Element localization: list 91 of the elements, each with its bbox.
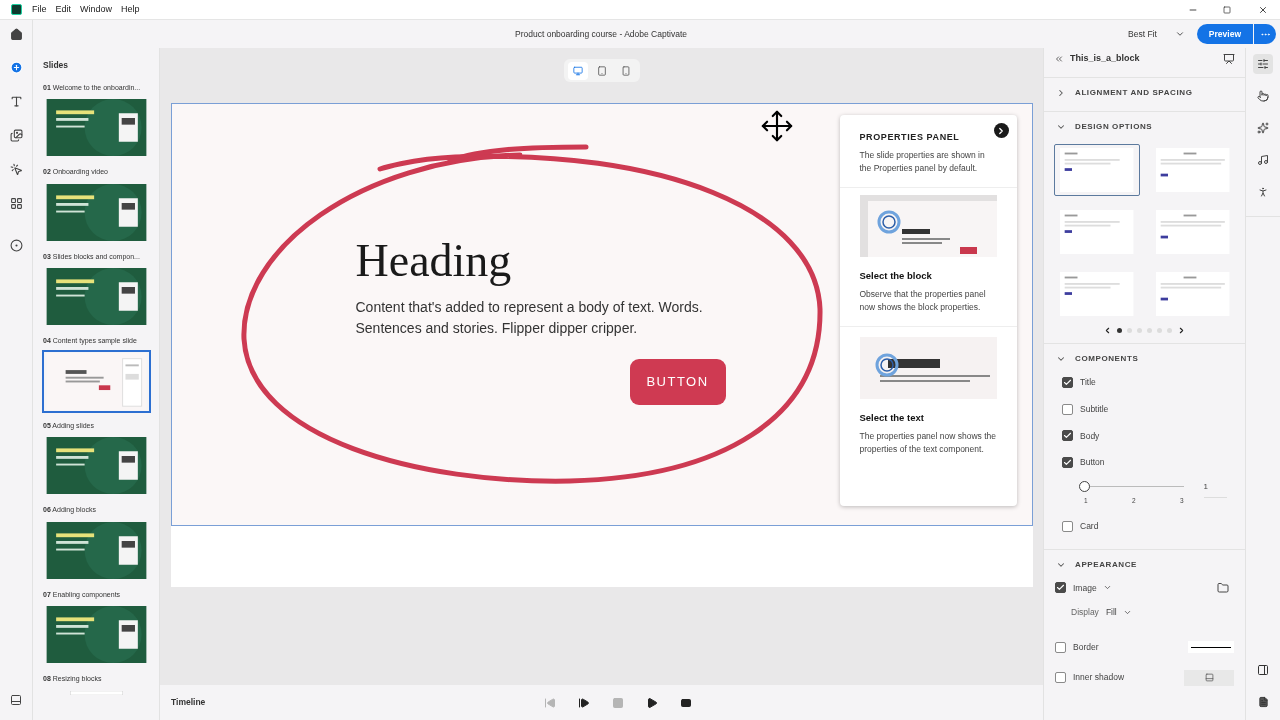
checkbox[interactable] [1062, 520, 1073, 532]
chevron-down-icon [1174, 29, 1185, 39]
menu-item[interactable]: Edit [55, 2, 72, 17]
move-cursor-icon [759, 109, 794, 143]
block-name: This_is_a_block [1070, 52, 1140, 66]
media-icon [9, 128, 23, 142]
step-text: The properties panel now shows the properties of the text component. [859, 430, 997, 456]
chevron-right-icon [996, 125, 1006, 136]
phone-icon [620, 65, 631, 76]
display-dropdown[interactable]: Fill [1105, 606, 1132, 619]
pointer-icon [1257, 90, 1269, 102]
playback-button[interactable] [578, 696, 590, 709]
text-icon [9, 94, 23, 108]
interaction-icon [9, 162, 23, 176]
checkbox-label: Button [1080, 456, 1105, 469]
person-icon [1257, 186, 1269, 198]
preview-button[interactable]: Preview [1196, 24, 1253, 44]
close-icon [1258, 4, 1268, 15]
maximize-icon [1223, 5, 1231, 14]
panel-tab[interactable] [1253, 54, 1273, 74]
checkbox[interactable] [1062, 403, 1073, 415]
check-icon [1063, 377, 1072, 387]
step-title: Select the text [859, 410, 925, 425]
checkbox[interactable] [1055, 672, 1066, 684]
chevron-right-icon [1056, 88, 1066, 98]
play-icon [646, 696, 658, 709]
checkbox[interactable] [1062, 457, 1073, 469]
chevron-left-icon[interactable] [1103, 326, 1112, 335]
menu-item[interactable]: Window [80, 2, 113, 17]
panel-icon [10, 694, 22, 706]
checkbox[interactable] [1062, 430, 1073, 442]
check-icon [1063, 431, 1072, 441]
music-icon [1257, 154, 1269, 166]
next-button[interactable] [993, 123, 1009, 138]
chevron-right-icon[interactable] [1177, 326, 1186, 335]
check-icon [1063, 458, 1072, 468]
checkbox-label: Inner shadow [1073, 671, 1125, 685]
check-icon [1056, 583, 1065, 593]
slide-block[interactable] [170, 103, 1033, 526]
section-header[interactable]: APPEARANCE [1044, 549, 1245, 580]
playback-button[interactable] [646, 696, 658, 709]
slide-heading: Heading [355, 237, 513, 285]
slider-value-field[interactable]: 1 [1203, 481, 1227, 498]
window-icon [1203, 673, 1215, 683]
panel-toggle-button[interactable] [10, 694, 22, 706]
sparkles-icon [1257, 122, 1269, 134]
tablet-icon [596, 65, 607, 76]
section-header[interactable]: ALIGNMENT AND SPACING [1044, 78, 1245, 108]
menu-item[interactable]: File [32, 2, 47, 17]
presentation-icon[interactable] [1223, 53, 1235, 65]
panel-right-icon[interactable] [1257, 664, 1269, 676]
display-label: Display [1071, 606, 1099, 619]
desktop-icon [572, 65, 583, 76]
slide-button[interactable]: BUTTON [629, 359, 726, 405]
add-icon [9, 60, 23, 74]
checkbox-label: Subtitle [1080, 402, 1109, 416]
more-button[interactable] [1254, 24, 1276, 44]
panel-title: Slides [43, 59, 70, 72]
menu-item[interactable]: Help [121, 2, 140, 17]
timeline-label: Timeline [171, 696, 206, 709]
previous-icon [544, 696, 556, 709]
step-text: Observe that the properties panel now shows the block properties. [859, 287, 987, 314]
record-icon [9, 238, 23, 252]
card-title: PROPERTIES PANEL [859, 131, 961, 144]
section-header[interactable]: DESIGN OPTIONS [1044, 112, 1245, 142]
checkbox[interactable] [1062, 376, 1073, 388]
zoom-dropdown[interactable]: Best Fit [1128, 27, 1185, 41]
home-icon [9, 27, 23, 41]
step-forward-icon [578, 696, 590, 709]
checkbox-label: Card [1080, 519, 1099, 533]
section-header[interactable]: COMPONENTS [1044, 344, 1245, 374]
card-text: The slide properties are shown in the Properties panel by default. [859, 148, 986, 175]
checkbox-label: Title [1080, 376, 1096, 389]
step-title: Select the block [859, 268, 933, 283]
checkbox[interactable] [1055, 582, 1066, 594]
slider-thumb[interactable] [1079, 481, 1090, 492]
sliders-icon [1257, 58, 1269, 70]
border-style-picker[interactable] [1188, 641, 1234, 654]
document-icon[interactable] [1257, 696, 1269, 708]
chevron-down-icon [1056, 122, 1066, 132]
slide-body-text: Content that's added to represent a body of text. Words. Sentences and stories. Flipper dipper cripper. [355, 298, 704, 338]
checkbox-label: Body [1080, 429, 1100, 443]
document-title: Product onboarding course - Adobe Captivate [515, 27, 687, 41]
chevron-down-icon [1056, 354, 1066, 364]
checkbox-label: Border [1073, 641, 1099, 654]
folder-icon[interactable] [1216, 581, 1230, 594]
app-logo-icon [11, 4, 22, 15]
image-dropdown[interactable]: Image [1073, 581, 1112, 595]
grid-icon [9, 196, 23, 210]
checkbox[interactable] [1055, 641, 1066, 653]
stop-icon [612, 696, 624, 709]
